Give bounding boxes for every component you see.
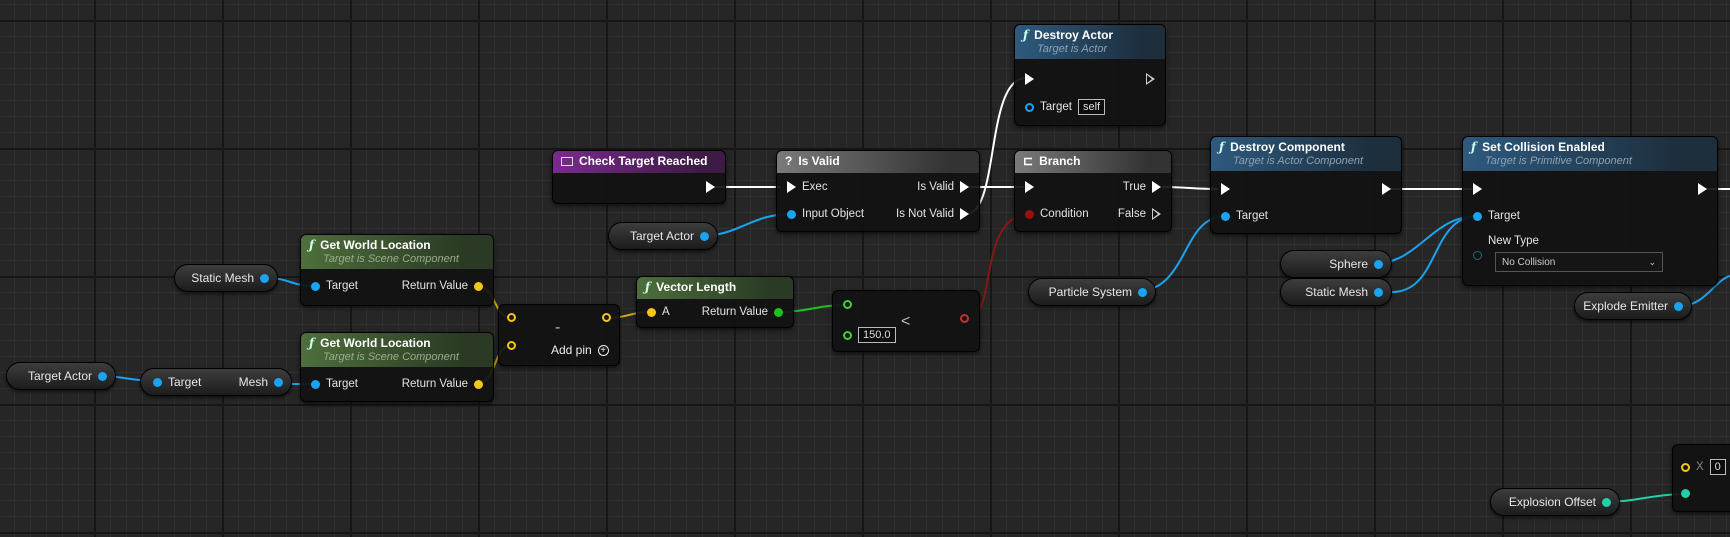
exec-out-pin[interactable] (1146, 73, 1155, 85)
function-icon: ƒ (309, 238, 315, 252)
make-vector-node[interactable]: X 0 (1672, 444, 1730, 512)
input-b-pin[interactable]: 150.0 (843, 327, 896, 343)
variable-explosion-offset[interactable]: Explosion Offset (1490, 488, 1620, 516)
target-pin[interactable]: Target (311, 280, 358, 292)
exec-in-pin[interactable] (1025, 73, 1034, 85)
target-pin[interactable]: Target self (1025, 99, 1106, 115)
target-pin[interactable]: Target (1473, 210, 1520, 222)
less-than-node[interactable]: 150.0 < (832, 290, 980, 352)
return-value-pin[interactable]: Return Value (702, 306, 783, 318)
object-pin-icon[interactable] (260, 273, 269, 283)
target-pin-icon[interactable] (153, 377, 162, 387)
variable-target-actor[interactable]: Target Actor (608, 222, 718, 250)
input-a-pin[interactable]: A (647, 306, 670, 318)
return-value-pin[interactable]: Return Value (402, 378, 483, 390)
true-out-pin[interactable]: True (1123, 181, 1161, 193)
input-object-pin[interactable]: Input Object (787, 208, 864, 220)
vector-length-node[interactable]: ƒ Vector Length A Return Value (636, 276, 794, 328)
output-pin[interactable] (960, 314, 969, 323)
exec-out-pin[interactable] (1382, 183, 1391, 195)
target-pin[interactable]: Target (1221, 210, 1268, 222)
value-field[interactable]: 150.0 (858, 327, 896, 343)
output-pin[interactable] (602, 313, 611, 322)
node-subtitle: Target is Actor (1037, 43, 1108, 55)
mesh-pin-icon[interactable] (274, 377, 283, 387)
new-type-pin[interactable]: New Type (1473, 235, 1539, 247)
node-subtitle: Target is Scene Component (323, 351, 459, 363)
branch-icon: ⊏ (1023, 154, 1034, 168)
less-than-symbol: < (901, 313, 911, 330)
function-icon: ƒ (1219, 140, 1225, 154)
target-pin[interactable]: Target (311, 378, 358, 390)
object-pin-icon[interactable] (1374, 259, 1383, 269)
subtract-node[interactable]: - Add pin + (498, 304, 620, 366)
node-title: Destroy Actor (1034, 28, 1114, 42)
node-title: Vector Length (656, 280, 737, 294)
node-subtitle: Target is Actor Component (1233, 155, 1364, 167)
exec-out-pin[interactable] (1698, 183, 1707, 195)
condition-pin[interactable]: Condition (1025, 208, 1089, 220)
node-title: Set Collision Enabled (1482, 140, 1605, 154)
node-subtitle: Target is Primitive Component (1485, 155, 1632, 167)
vector-pin-icon[interactable] (1602, 497, 1611, 507)
branch-node[interactable]: ⊏ Branch True Condition False (1014, 150, 1172, 232)
destroy-component-node[interactable]: ƒ Destroy Component Target is Actor Compo… (1210, 136, 1402, 234)
node-title: Get World Location (320, 336, 431, 350)
variable-sphere[interactable]: Sphere (1280, 250, 1392, 278)
vector-input-pin[interactable] (1681, 489, 1690, 498)
mesh-getter-node[interactable]: Target Mesh (140, 368, 292, 396)
input-a-pin[interactable] (843, 300, 852, 309)
target-self-field[interactable]: self (1077, 99, 1106, 115)
function-icon: ƒ (309, 336, 315, 350)
return-value-pin[interactable]: Return Value (402, 280, 483, 292)
is-valid-out-pin[interactable]: Is Valid (917, 181, 969, 193)
question-icon: ? (785, 154, 793, 168)
function-icon: ƒ (1471, 140, 1477, 154)
object-pin-icon[interactable] (98, 371, 107, 381)
is-not-valid-out-pin[interactable]: Is Not Valid (896, 208, 969, 220)
exec-in-pin[interactable]: Exec (787, 181, 828, 193)
false-out-pin[interactable]: False (1118, 208, 1161, 220)
function-icon: ƒ (1023, 28, 1029, 42)
node-title: Destroy Component (1230, 140, 1345, 154)
variable-static-mesh[interactable]: Static Mesh (174, 264, 278, 292)
node-subtitle: Target is Scene Component (323, 253, 459, 265)
input-a-pin[interactable] (507, 313, 516, 322)
collision-type-dropdown[interactable]: No Collision ⌄ (1495, 252, 1663, 272)
variable-particle-system[interactable]: Particle System (1028, 278, 1156, 306)
exec-in-pin[interactable] (1025, 181, 1034, 193)
exec-in-pin[interactable] (1473, 183, 1482, 195)
variable-explode-emitter[interactable]: Explode Emitter (1574, 292, 1692, 320)
plus-icon: + (597, 344, 609, 356)
object-pin-icon[interactable] (1674, 301, 1683, 311)
add-pin-button[interactable]: Add pin + (551, 343, 609, 357)
check-target-reached-node[interactable]: Check Target Reached (552, 150, 726, 204)
input-b-pin[interactable] (507, 341, 516, 350)
function-icon: ƒ (645, 280, 651, 294)
object-pin-icon[interactable] (1138, 287, 1147, 297)
node-title: Is Valid (798, 154, 840, 168)
get-world-location-node-1[interactable]: ƒ Get World Location Target is Scene Comp… (300, 234, 494, 306)
event-icon (561, 156, 573, 166)
x-value-field[interactable]: 0 (1709, 459, 1726, 475)
set-collision-enabled-node[interactable]: ƒ Set Collision Enabled Target is Primiti… (1462, 136, 1718, 286)
variable-static-mesh[interactable]: Static Mesh (1280, 278, 1392, 306)
object-pin-icon[interactable] (1374, 287, 1383, 297)
destroy-actor-node[interactable]: ƒ Destroy Actor Target is Actor Target se… (1014, 24, 1166, 126)
x-input-pin[interactable]: X 0 (1681, 459, 1726, 475)
variable-target-actor[interactable]: Target Actor (6, 362, 116, 390)
node-title: Get World Location (320, 238, 431, 252)
exec-out-pin[interactable] (706, 181, 715, 193)
node-title: Branch (1039, 154, 1081, 168)
is-valid-node[interactable]: ? Is Valid Exec Is Valid Input Object Is … (776, 150, 980, 232)
new-type-pin-icon (1473, 251, 1482, 260)
object-pin-icon (1025, 102, 1034, 112)
get-world-location-node-2[interactable]: ƒ Get World Location Target is Scene Comp… (300, 332, 494, 402)
subtract-symbol: - (555, 319, 561, 336)
chevron-down-icon: ⌄ (1648, 256, 1656, 267)
object-pin-icon[interactable] (700, 231, 709, 241)
node-title: Check Target Reached (579, 154, 708, 168)
exec-in-pin[interactable] (1221, 183, 1230, 195)
